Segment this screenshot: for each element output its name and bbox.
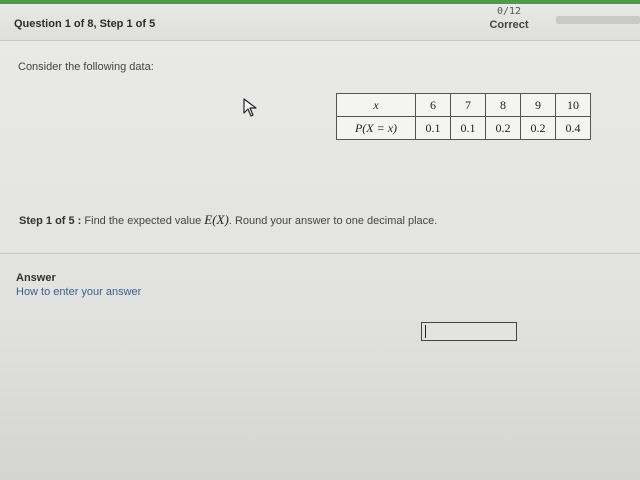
probability-distribution-table: x 6 7 8 9 10 P(X = x) 0.1 0.1 0.2 0.2 0.… [336,93,591,140]
table-row-probability: P(X = x) 0.1 0.1 0.2 0.2 0.4 [336,116,591,140]
table-cell: 7 [450,93,486,117]
text-caret [425,325,426,338]
table-cell: 0.2 [520,116,556,140]
expected-value-expression: E(X) [204,212,229,227]
table-cell: 0.2 [485,116,521,140]
table-row-header-x: x [336,93,416,117]
table-row-x: x 6 7 8 9 10 [336,93,591,117]
status-label: Correct [489,19,529,31]
question-header: Question 1 of 8, Step 1 of 5 0/12 Correc… [0,4,640,41]
question-panel: Consider the following data: x 6 7 8 9 1… [0,41,640,480]
table-cell: 0.1 [415,116,451,140]
table-cell: 0.1 [450,116,486,140]
score-counter: 0/12 [496,6,522,17]
how-to-enter-answer-link[interactable]: How to enter your answer [16,286,141,298]
score-progress-bar [556,16,640,24]
step-label: Step 1 of 5 : [19,215,82,227]
answer-input[interactable] [421,322,517,341]
table-cell: 9 [520,93,556,117]
table-cell: 6 [415,93,451,117]
table-row-header-probability: P(X = x) [336,116,416,140]
table-cell: 10 [555,93,591,117]
answer-label: Answer [16,272,56,284]
problem-prompt: Consider the following data: [18,61,154,73]
step-text-rounding: . Round your answer to one decimal place… [228,215,438,227]
step-instruction: Step 1 of 5 : Find the expected value E(… [19,212,437,228]
mouse-pointer-icon [243,98,257,117]
section-divider [0,253,640,254]
question-progress: Question 1 of 8, Step 1 of 5 [14,18,156,30]
table-cell: 8 [485,93,521,117]
step-text: Find the expected value [84,215,202,227]
table-cell: 0.4 [555,116,591,140]
